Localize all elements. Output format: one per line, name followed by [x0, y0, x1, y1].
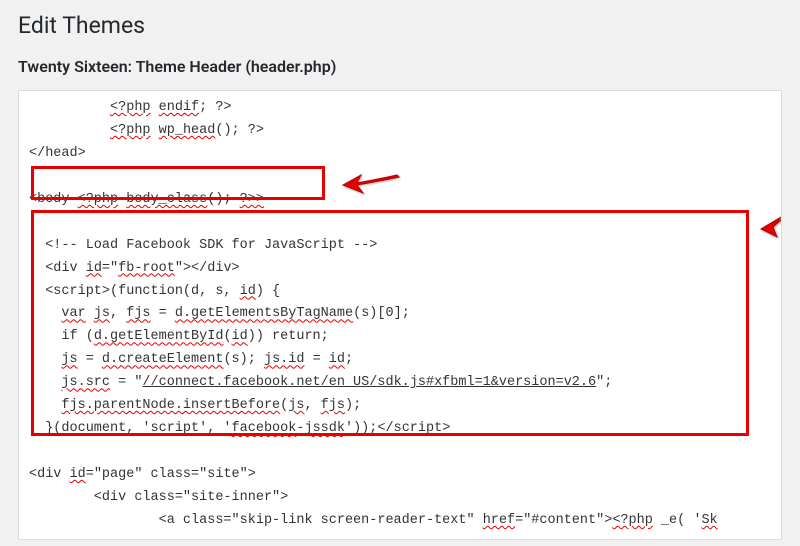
code-line: <div class="site-inner">	[29, 487, 771, 510]
code-line: <a class="skip-link screen-reader-text" …	[29, 510, 771, 533]
code-line: fjs.parentNode.insertBefore(js, fjs);	[29, 395, 771, 418]
code-line: var js, fjs = d.getElementsByTagName(s)[…	[29, 303, 771, 326]
code-line: <div id="fb-root"></div>	[29, 258, 771, 281]
code-line: </head>	[29, 143, 771, 166]
theme-editor: Edit Themes Twenty Sixteen: Theme Header…	[0, 0, 800, 540]
code-line: <?php wp_head(); ?>	[29, 120, 771, 143]
code-line: }(document, 'script', 'facebook-jssdk'))…	[29, 418, 771, 441]
page-title: Edit Themes	[18, 10, 782, 39]
code-line: <div id="page" class="site">	[29, 464, 771, 487]
code-editor-frame: <?php endif; ?> <?php wp_head(); ?></hea…	[18, 90, 782, 540]
code-line: <?php endif; ?>	[29, 97, 771, 120]
file-title: Twenty Sixteen: Theme Header (header.php…	[18, 57, 782, 76]
code-line: if (d.getElementById(id)) return;	[29, 326, 771, 349]
code-line	[29, 212, 771, 235]
code-line: js = d.createElement(s); js.id = id;	[29, 349, 771, 372]
code-line	[29, 166, 771, 189]
code-line: js.src = "//connect.facebook.net/en_US/s…	[29, 372, 771, 395]
code-line	[29, 441, 771, 464]
code-line: <script>(function(d, s, id) {	[29, 281, 771, 304]
code-line-body-tag: <body <?php body_class(); ?>>	[29, 189, 771, 212]
code-line: <!-- Load Facebook SDK for JavaScript --…	[29, 235, 771, 258]
code-textarea[interactable]: <?php endif; ?> <?php wp_head(); ?></hea…	[19, 91, 781, 539]
